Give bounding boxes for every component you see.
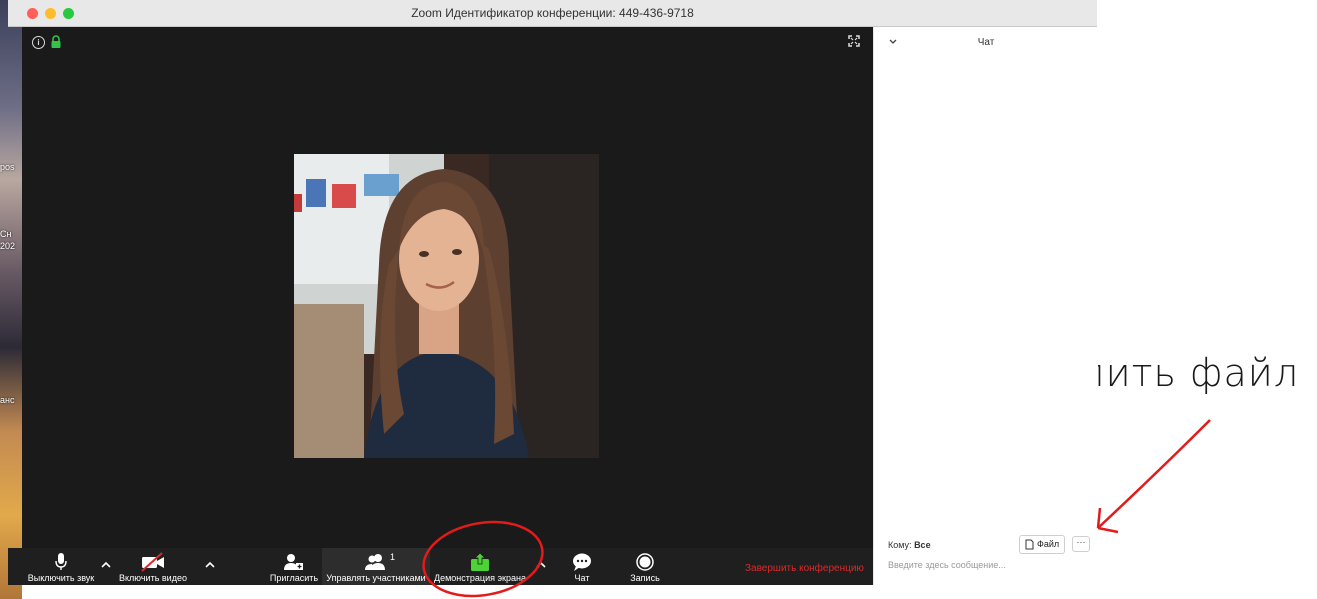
chat-recipient[interactable]: Кому: Все <box>888 540 931 550</box>
arrow-head <box>1096 507 1119 534</box>
desktop-background: pos Сн 202 анс <box>0 0 22 599</box>
file-button-label: Файл <box>1037 539 1060 549</box>
more-options-button[interactable]: ··· <box>1072 536 1090 552</box>
invite-label: Пригласить <box>269 573 319 583</box>
lock-icon[interactable] <box>50 35 62 49</box>
recipient-prefix: Кому: <box>888 540 912 550</box>
desktop-label: Сн <box>0 229 12 239</box>
participants-icon <box>365 554 385 570</box>
chevron-up-icon[interactable] <box>99 558 113 572</box>
chat-message-input[interactable]: Введите здесь сообщение... <box>888 560 1006 570</box>
chevron-up-icon[interactable] <box>534 558 548 572</box>
mute-button[interactable]: Выключить звук <box>22 548 100 585</box>
chat-button[interactable]: Чат <box>558 548 606 585</box>
end-meeting-button[interactable]: Завершить конференцию <box>745 563 864 574</box>
microphone-icon <box>55 553 67 570</box>
window-title: Zoom Идентификатор конференции: 449-436-… <box>411 6 694 20</box>
record-icon <box>636 553 654 571</box>
video-label: Включить видео <box>119 573 187 583</box>
share-screen-icon <box>471 552 489 571</box>
arrow-line <box>1097 419 1211 529</box>
record-label: Запись <box>630 573 660 583</box>
participants-count: 1 <box>390 552 396 562</box>
recipient-value: Все <box>914 540 931 550</box>
record-button[interactable]: Запись <box>620 548 670 585</box>
desktop-label: pos <box>0 162 15 172</box>
mute-label: Выключить звук <box>27 573 95 583</box>
chat-label: Чат <box>574 573 590 583</box>
fullscreen-icon[interactable] <box>848 35 860 47</box>
invite-button[interactable]: Пригласить <box>266 548 322 585</box>
file-button[interactable]: Файл <box>1019 535 1066 554</box>
share-screen-button[interactable]: Демонстрация экрана <box>430 548 530 585</box>
file-icon <box>1025 539 1034 550</box>
chat-title: Чат <box>977 37 995 48</box>
chat-panel: Чат Кому: Все Файл ··· Введите здесь соо… <box>873 27 1098 585</box>
chevron-up-icon[interactable] <box>203 558 217 572</box>
window-titlebar: Zoom Идентификатор конференции: 449-436-… <box>8 0 1097 27</box>
share-screen-label: Демонстрация экрана <box>434 573 526 583</box>
desktop-label: анс <box>0 395 15 405</box>
participant-photo <box>294 154 599 458</box>
participant-video <box>294 154 599 458</box>
info-icon[interactable]: i <box>32 36 45 49</box>
participants-label: Управлять участниками <box>326 573 426 583</box>
add-user-icon <box>284 554 303 570</box>
meeting-toolbar: Выключить звук Включить видео Пригласить <box>8 548 873 585</box>
chat-annotation: ЧАТ <box>607 407 699 461</box>
desktop-label: 202 <box>0 241 16 251</box>
manage-participants-button[interactable]: 1 Управлять участниками <box>322 548 430 585</box>
meeting-area: i <box>22 27 873 548</box>
chat-bubble-icon <box>573 553 591 571</box>
start-video-button[interactable]: Включить видео <box>114 548 192 585</box>
video-camera-off-icon <box>141 552 164 572</box>
